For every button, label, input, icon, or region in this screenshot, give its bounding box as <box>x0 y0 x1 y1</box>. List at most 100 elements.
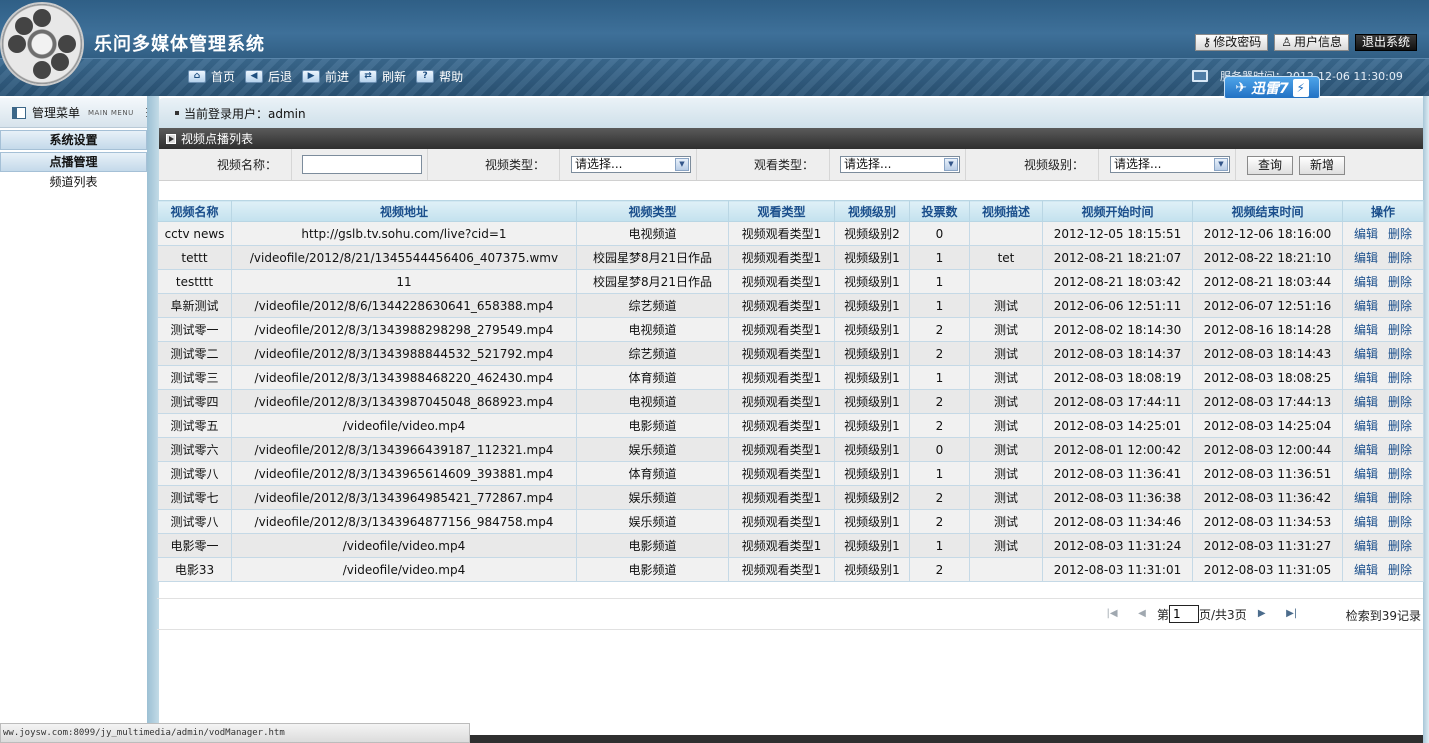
nav-home[interactable]: ⌂ 首页 <box>188 68 235 85</box>
table-cell: 1 <box>909 533 970 558</box>
table-cell: 2 <box>909 413 970 438</box>
record-count: 检索到39记录 <box>1345 609 1421 623</box>
edit-link[interactable]: 编辑 <box>1354 275 1378 289</box>
table-cell: 视频级别1 <box>834 509 910 534</box>
table-cell: /videofile/2012/8/3/1343964877156_984758… <box>231 509 577 534</box>
delete-link[interactable]: 删除 <box>1388 347 1412 361</box>
edit-link[interactable]: 编辑 <box>1354 251 1378 265</box>
nav-refresh[interactable]: ⇄ 刷新 <box>359 68 406 85</box>
delete-link[interactable]: 删除 <box>1388 515 1412 529</box>
delete-link[interactable]: 删除 <box>1388 443 1412 457</box>
row-actions: 编辑 删除 <box>1342 221 1424 246</box>
col-video-url: 视频地址 <box>231 200 577 222</box>
video-level-select[interactable]: 请选择... ▼ <box>1110 156 1230 173</box>
delete-link[interactable]: 删除 <box>1388 395 1412 409</box>
edit-link[interactable]: 编辑 <box>1354 443 1378 457</box>
table-cell: 视频观看类型1 <box>728 557 835 582</box>
edit-link[interactable]: 编辑 <box>1354 395 1378 409</box>
table-cell: 测试 <box>969 293 1043 318</box>
table-cell: 视频级别1 <box>834 437 910 462</box>
query-button[interactable]: 查询 <box>1247 156 1294 175</box>
sidebar-item-channel-list[interactable]: 频道列表 <box>0 172 147 192</box>
delete-link[interactable]: 删除 <box>1388 467 1412 481</box>
video-type-select[interactable]: 请选择... ▼ <box>571 156 691 173</box>
nav-forward[interactable]: ▶ 前进 <box>302 68 349 85</box>
table-cell: 视频观看类型1 <box>728 485 835 510</box>
col-votes: 投票数 <box>909 200 970 222</box>
table-cell: 2012-08-03 18:08:25 <box>1192 365 1343 390</box>
edit-link[interactable]: 编辑 <box>1354 467 1378 481</box>
delete-link[interactable]: 删除 <box>1388 491 1412 505</box>
edit-link[interactable]: 编辑 <box>1354 323 1378 337</box>
table-cell: 测试 <box>969 317 1043 342</box>
edit-link[interactable]: 编辑 <box>1354 299 1378 313</box>
table-cell: 校园星梦8月21日作品 <box>576 245 729 270</box>
edit-link[interactable]: 编辑 <box>1354 563 1378 577</box>
user-info-button[interactable]: ♙ 用户信息 <box>1274 34 1349 51</box>
prev-page-icon[interactable]: ◀ <box>1135 607 1149 621</box>
next-page-icon[interactable]: ▶ <box>1255 607 1269 621</box>
chevron-down-icon: ▼ <box>944 158 958 171</box>
table-cell: /videofile/video.mp4 <box>231 413 577 438</box>
change-password-button[interactable]: ⚷ 修改密码 <box>1195 34 1269 51</box>
xunlei-badge[interactable]: ✈ 迅雷7 ⚡ <box>1224 76 1320 100</box>
table-cell: 2012-08-01 12:00:42 <box>1042 437 1193 462</box>
edit-link[interactable]: 编辑 <box>1354 515 1378 529</box>
delete-link[interactable]: 删除 <box>1388 371 1412 385</box>
last-page-icon[interactable]: ▶| <box>1285 607 1299 621</box>
edit-link[interactable]: 编辑 <box>1354 491 1378 505</box>
table-cell: /videofile/2012/8/6/1344228630641_658388… <box>231 293 577 318</box>
edit-link[interactable]: 编辑 <box>1354 371 1378 385</box>
nav-back[interactable]: ◀ 后退 <box>245 68 292 85</box>
menu-icon <box>12 106 26 119</box>
table-cell: /videofile/video.mp4 <box>231 557 577 582</box>
table-cell: tettt <box>157 245 232 270</box>
edit-link[interactable]: 编辑 <box>1354 347 1378 361</box>
bullet-icon <box>175 111 179 115</box>
table-cell: 视频级别1 <box>834 341 910 366</box>
table-cell: 视频级别1 <box>834 365 910 390</box>
delete-link[interactable]: 删除 <box>1388 419 1412 433</box>
delete-link[interactable]: 删除 <box>1388 323 1412 337</box>
page-number-input[interactable] <box>1169 605 1200 623</box>
chevron-down-icon: ▼ <box>1214 158 1228 171</box>
table-cell: 2012-08-03 17:44:13 <box>1192 389 1343 414</box>
delete-link[interactable]: 删除 <box>1388 251 1412 265</box>
table-cell: 测试零七 <box>157 485 232 510</box>
table-cell: /videofile/2012/8/3/1343966439187_112321… <box>231 437 577 462</box>
row-actions: 编辑 删除 <box>1342 317 1424 342</box>
table-cell: 2012-08-03 11:36:51 <box>1192 461 1343 486</box>
delete-link[interactable]: 删除 <box>1388 563 1412 577</box>
col-end-time: 视频结束时间 <box>1192 200 1343 222</box>
nav-help[interactable]: ? 帮助 <box>416 68 463 85</box>
delete-link[interactable]: 删除 <box>1388 299 1412 313</box>
delete-link[interactable]: 删除 <box>1388 227 1412 241</box>
edit-link[interactable]: 编辑 <box>1354 539 1378 553</box>
sidebar-group-system-settings[interactable]: 系统设置 <box>0 130 147 150</box>
table-cell: 2012-08-03 18:14:43 <box>1192 341 1343 366</box>
table-cell: 视频观看类型1 <box>728 341 835 366</box>
table-cell: 2012-08-03 18:08:19 <box>1042 365 1193 390</box>
table-row: 测试零四/videofile/2012/8/3/1343987045048_86… <box>157 389 1424 414</box>
play-icon <box>166 133 176 144</box>
table-cell: 测试 <box>969 461 1043 486</box>
add-button[interactable]: 新增 <box>1299 156 1346 175</box>
table-cell: 2 <box>909 389 970 414</box>
table-cell: 测试零三 <box>157 365 232 390</box>
delete-link[interactable]: 删除 <box>1388 275 1412 289</box>
video-name-input[interactable] <box>302 155 422 174</box>
table-cell: http://gslb.tv.sohu.com/live?cid=1 <box>231 221 577 246</box>
watch-type-select[interactable]: 请选择... ▼ <box>840 156 960 173</box>
table-cell: 阜新测试 <box>157 293 232 318</box>
table-cell: 视频观看类型1 <box>728 293 835 318</box>
edit-link[interactable]: 编辑 <box>1354 227 1378 241</box>
table-cell: 视频观看类型1 <box>728 389 835 414</box>
table-cell: 测试 <box>969 413 1043 438</box>
edit-link[interactable]: 编辑 <box>1354 419 1378 433</box>
delete-link[interactable]: 删除 <box>1388 539 1412 553</box>
logout-button[interactable]: 退出系统 <box>1354 34 1417 51</box>
table-cell: 娱乐频道 <box>576 509 729 534</box>
table-cell: 视频观看类型1 <box>728 269 835 294</box>
first-page-icon[interactable]: |◀ <box>1105 607 1119 621</box>
sidebar-group-vod-management[interactable]: 点播管理 <box>0 152 147 172</box>
